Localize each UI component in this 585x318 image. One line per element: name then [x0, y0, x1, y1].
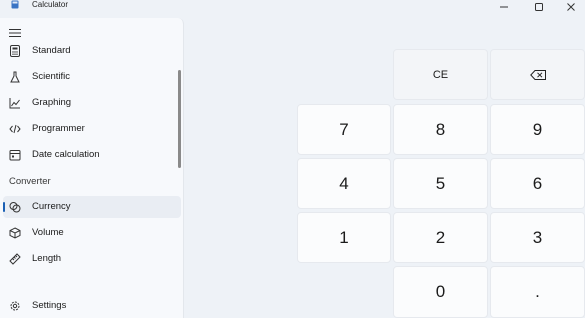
nav-item-currency[interactable]: Currency	[3, 196, 181, 218]
minimize-button[interactable]	[489, 0, 519, 14]
nav-item-length[interactable]: Length	[3, 248, 181, 270]
nav-label-settings: Settings	[32, 300, 67, 311]
clear-entry-button[interactable]: CE	[393, 49, 488, 100]
digit-4-button[interactable]: 4	[297, 158, 391, 209]
nav-label-length: Length	[32, 253, 62, 264]
digit-0-button[interactable]: 0	[393, 266, 488, 318]
digit-8-label: 8	[435, 119, 446, 139]
digit-9-label: 9	[532, 119, 543, 139]
digit-3-button[interactable]: 3	[490, 212, 585, 263]
cube-icon	[9, 227, 21, 239]
digit-7-label: 7	[339, 119, 349, 139]
digit-8-button[interactable]: 8	[393, 104, 488, 155]
hamburger-menu-icon[interactable]	[9, 28, 21, 38]
minimize-icon	[500, 6, 508, 8]
digit-1-label: 1	[339, 227, 349, 247]
digit-4-label: 4	[339, 173, 349, 193]
backspace-icon	[529, 69, 546, 80]
nav-label-currency: Currency	[32, 201, 71, 212]
sidebar-scrollbar[interactable]	[178, 70, 181, 168]
maximize-icon	[535, 3, 543, 11]
nav-item-date-calculation[interactable]: Date calculation	[3, 144, 181, 166]
standard-calculator-icon	[10, 45, 20, 57]
digit-2-button[interactable]: 2	[393, 212, 488, 263]
calendar-icon	[9, 150, 21, 161]
ruler-icon	[9, 253, 21, 265]
nav-label-graphing: Graphing	[32, 97, 72, 108]
nav-label-programmer: Programmer	[32, 123, 85, 134]
digit-2-label: 2	[435, 227, 446, 247]
nav-item-programmer[interactable]: Programmer	[3, 118, 181, 140]
maximize-button[interactable]	[524, 0, 554, 14]
nav-item-volume[interactable]: Volume	[3, 222, 181, 244]
digit-3-label: 3	[532, 227, 543, 247]
code-brackets-icon	[9, 124, 21, 134]
nav-label-scientific: Scientific	[32, 71, 71, 82]
navigation-pane: Standard Scientific Graphing Programmer …	[0, 18, 184, 318]
graph-icon	[9, 98, 20, 109]
section-header-converter: Converter	[9, 176, 51, 187]
digit-1-button[interactable]: 1	[297, 212, 391, 263]
nav-label-standard: Standard	[32, 45, 71, 56]
nav-label-volume: Volume	[32, 227, 64, 238]
calculator-app-icon	[11, 0, 19, 9]
clear-entry-label: CE	[432, 68, 449, 81]
close-icon	[567, 3, 575, 11]
decimal-point-label: .	[535, 282, 540, 301]
backspace-button[interactable]	[490, 49, 585, 100]
nav-item-scientific[interactable]: Scientific	[3, 66, 181, 88]
nav-item-standard[interactable]: Standard	[3, 40, 181, 62]
digit-9-button[interactable]: 9	[490, 104, 585, 155]
close-button[interactable]	[556, 0, 585, 14]
digit-5-button[interactable]: 5	[393, 158, 488, 209]
title-bar: Calculator	[0, 0, 585, 16]
selection-indicator	[3, 202, 5, 212]
digit-0-label: 0	[435, 282, 446, 301]
flask-icon	[10, 71, 20, 83]
digit-6-button[interactable]: 6	[490, 158, 585, 209]
decimal-point-button[interactable]: .	[490, 266, 585, 318]
nav-item-settings[interactable]: Settings	[3, 295, 181, 317]
digit-6-label: 6	[532, 173, 543, 193]
currency-icon	[9, 202, 21, 213]
digit-7-button[interactable]: 7	[297, 104, 391, 155]
digit-5-label: 5	[435, 173, 446, 193]
gear-icon	[10, 301, 20, 311]
nav-label-date-calculation: Date calculation	[32, 149, 100, 160]
window-title: Calculator	[32, 0, 69, 9]
nav-item-graphing[interactable]: Graphing	[3, 92, 181, 114]
